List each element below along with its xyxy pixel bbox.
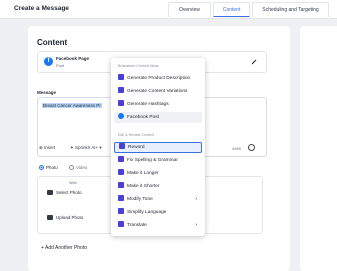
menu-item-label: Translate — [127, 223, 147, 228]
variations-icon — [118, 87, 124, 93]
facebook-icon: f — [44, 57, 53, 66]
menu-item-label: Make it Longer — [127, 171, 159, 176]
page-type: Post — [56, 63, 65, 68]
tone-icon — [118, 195, 124, 201]
emoji-icon[interactable] — [248, 144, 255, 151]
sprinklr-ai-button[interactable]: ✦ Sprinklr AI+ ▾ — [70, 145, 102, 151]
menu-item-generate-product-description[interactable]: Generate Product Description — [114, 73, 202, 84]
facebook-icon — [118, 113, 124, 119]
tab-scheduling-targeting[interactable]: Scheduling and Targeting — [252, 2, 329, 17]
top-bar: Create a Message Overview Content Schedu… — [0, 0, 337, 19]
menu-item-label: Generate Product Description — [127, 76, 191, 81]
menu-item-facebook-post[interactable]: Facebook Post — [114, 112, 202, 123]
bag-icon — [118, 74, 124, 80]
message-text: Breast Cancer Awareness Pr — [42, 103, 102, 108]
select-photo-button[interactable]: Select Photo — [47, 190, 82, 195]
radio-video-label: Video — [76, 165, 88, 170]
shrink-icon — [118, 182, 124, 188]
menu-heading-edit-review: Edit & Review Content — [118, 133, 154, 137]
spellcheck-icon — [118, 156, 124, 162]
simplify-icon — [118, 208, 124, 214]
char-count: 4969 — [232, 146, 241, 151]
menu-item-label: Facebook Post — [127, 115, 159, 120]
menu-item-label: Simplify Language — [127, 210, 167, 215]
tab-overview[interactable]: Overview — [168, 2, 211, 17]
chevron-right-icon: › — [195, 196, 197, 202]
insert-button[interactable]: ⊕ Insert — [39, 145, 55, 151]
translate-icon — [118, 221, 124, 227]
add-another-photo-button[interactable]: + Add Another Photo — [41, 245, 87, 251]
menu-item-label: Make it Shorter — [127, 184, 160, 189]
write-label: Write — [69, 181, 78, 185]
menu-item-simplify-language[interactable]: Simplify Language — [114, 207, 202, 218]
menu-item-fix-spelling-grammar[interactable]: Fix Spelling & Grammar — [114, 155, 202, 166]
radio-video-dot — [69, 165, 74, 170]
radio-photo-dot — [39, 165, 44, 170]
image-icon — [47, 190, 53, 195]
menu-item-generate-hashtags[interactable]: Generate Hashtags — [114, 99, 202, 110]
radio-photo[interactable]: Photo — [39, 165, 58, 170]
upload-icon — [47, 215, 53, 220]
radio-video[interactable]: Video — [69, 165, 87, 170]
wand-icon — [119, 143, 125, 149]
tab-content[interactable]: Content — [212, 2, 251, 17]
page-name: Facebook Page — [56, 56, 90, 61]
pen-icon[interactable] — [250, 58, 258, 66]
tab-bar: Overview Content Scheduling and Targetin… — [168, 2, 331, 17]
menu-item-label: Generate Hashtags — [127, 102, 169, 107]
menu-item-label: Reword — [128, 145, 145, 150]
menu-item-make-longer[interactable]: Make it Longer — [114, 168, 202, 179]
radio-photo-label: Photo — [46, 165, 58, 170]
menu-item-translate[interactable]: Translate › — [114, 220, 202, 231]
menu-item-label: Generate Content Variations — [127, 89, 188, 94]
menu-item-modify-tone[interactable]: Modify Tone › — [114, 194, 202, 205]
menu-item-generate-content-variations[interactable]: Generate Content Variations — [114, 86, 202, 97]
chevron-right-icon: › — [195, 222, 197, 228]
select-photo-label: Select Photo — [56, 190, 82, 195]
menu-heading-brainstorm: Brainstorm Content Ideas — [118, 64, 159, 68]
message-label: Message — [37, 90, 57, 95]
menu-item-label: Modify Tone — [127, 197, 153, 202]
page-title: Create a Message — [14, 5, 69, 12]
preview-card — [300, 26, 337, 271]
insert-label: Insert — [44, 145, 56, 150]
hashtag-icon — [118, 100, 124, 106]
section-title: Content — [37, 38, 68, 47]
menu-item-reword[interactable]: Reword — [114, 142, 202, 153]
menu-item-make-shorter[interactable]: Make it Shorter — [114, 181, 202, 192]
expand-icon — [118, 169, 124, 175]
sprinklr-ai-label: Sprinklr AI+ — [75, 145, 99, 150]
menu-item-label: Fix Spelling & Grammar — [127, 158, 178, 163]
ai-dropdown-menu: Brainstorm Content Ideas Generate Produc… — [111, 58, 205, 236]
upload-photo-label: Upload Photo — [56, 215, 84, 220]
upload-photo-button[interactable]: Upload Photo — [47, 215, 83, 220]
